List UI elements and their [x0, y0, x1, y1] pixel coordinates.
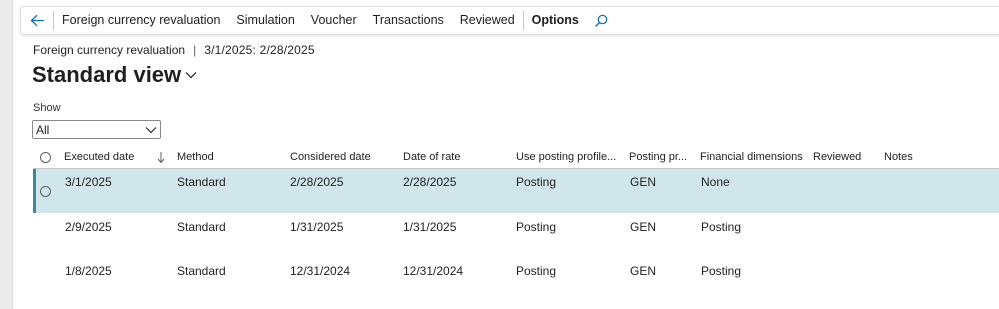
- back-button[interactable]: [21, 6, 53, 35]
- table-row[interactable]: 3/1/2025 Standard 2/28/2025 2/28/2025 Po…: [33, 169, 999, 213]
- column-considered-date[interactable]: Considered date: [290, 147, 371, 168]
- back-arrow-icon: [30, 14, 44, 27]
- search-button[interactable]: [587, 14, 615, 28]
- menu-reviewed[interactable]: Reviewed: [452, 6, 523, 35]
- revaluation-grid: Executed date Method Considered date Dat…: [33, 147, 999, 278]
- column-date-of-rate[interactable]: Date of rate: [403, 147, 460, 168]
- cell-considered-date[interactable]: 1/31/2025: [290, 220, 343, 234]
- left-strip: [0, 0, 13, 309]
- chevron-down-icon: [185, 72, 197, 79]
- cell-financial-dimensions[interactable]: Posting: [701, 264, 741, 278]
- cell-date-of-rate[interactable]: 2/28/2025: [403, 175, 456, 189]
- cell-executed-date[interactable]: 1/8/2025: [65, 264, 112, 278]
- search-icon: [594, 14, 608, 27]
- sort-descending-icon[interactable]: [157, 151, 165, 164]
- cell-considered-date[interactable]: 2/28/2025: [290, 175, 343, 189]
- show-filter-value: All: [36, 122, 50, 137]
- column-executed-date[interactable]: Executed date: [64, 147, 134, 168]
- cell-considered-date[interactable]: 12/31/2024: [290, 264, 350, 278]
- action-pane: Foreign currency revaluation Simulation …: [20, 6, 999, 35]
- cell-use-posting-profile[interactable]: Posting: [516, 264, 556, 278]
- menu-transactions[interactable]: Transactions: [365, 6, 452, 35]
- page-title: Standard view: [32, 62, 182, 87]
- breadcrumb-range: 3/1/2025: 2/28/2025: [204, 43, 315, 57]
- grid-header: Executed date Method Considered date Dat…: [33, 147, 999, 169]
- cell-use-posting-profile[interactable]: Posting: [516, 220, 556, 234]
- cell-executed-date[interactable]: 2/9/2025: [65, 220, 112, 234]
- column-financial-dimensions[interactable]: Financial dimensions: [700, 147, 803, 168]
- cell-date-of-rate[interactable]: 12/31/2024: [403, 264, 463, 278]
- chevron-down-icon: [145, 126, 157, 133]
- breadcrumb-page[interactable]: Foreign currency revaluation: [33, 43, 185, 57]
- column-use-posting-profile[interactable]: Use posting profile...: [516, 147, 616, 168]
- column-reviewed[interactable]: Reviewed: [813, 147, 861, 168]
- breadcrumb-separator: |: [193, 43, 197, 57]
- table-row[interactable]: 1/8/2025 Standard 12/31/2024 12/31/2024 …: [33, 258, 999, 302]
- menu-simulation[interactable]: Simulation: [228, 6, 302, 35]
- cell-posting-profile[interactable]: GEN: [630, 220, 656, 234]
- menu-foreign-currency-revaluation[interactable]: Foreign currency revaluation: [54, 6, 228, 35]
- menu-options[interactable]: Options: [524, 6, 587, 35]
- column-method[interactable]: Method: [177, 147, 214, 168]
- cell-financial-dimensions[interactable]: None: [701, 175, 730, 189]
- row-select-radio[interactable]: [40, 186, 51, 197]
- show-filter-dropdown[interactable]: All: [32, 120, 161, 139]
- cell-use-posting-profile[interactable]: Posting: [516, 175, 556, 189]
- view-selector[interactable]: Standard view: [32, 62, 197, 88]
- breadcrumb: Foreign currency revaluation | 3/1/2025:…: [33, 43, 315, 57]
- cell-financial-dimensions[interactable]: Posting: [701, 220, 741, 234]
- cell-posting-profile[interactable]: GEN: [630, 264, 656, 278]
- cell-method[interactable]: Standard: [177, 220, 226, 234]
- column-posting-profile[interactable]: Posting pr...: [629, 147, 687, 168]
- select-all-radio[interactable]: [40, 152, 51, 163]
- column-notes[interactable]: Notes: [884, 147, 913, 168]
- cell-method[interactable]: Standard: [177, 264, 226, 278]
- table-row[interactable]: 2/9/2025 Standard 1/31/2025 1/31/2025 Po…: [33, 214, 999, 258]
- cell-date-of-rate[interactable]: 1/31/2025: [403, 220, 456, 234]
- cell-executed-date[interactable]: 3/1/2025: [65, 175, 112, 189]
- menu-voucher[interactable]: Voucher: [303, 6, 365, 35]
- cell-posting-profile[interactable]: GEN: [630, 175, 656, 189]
- cell-method[interactable]: Standard: [177, 175, 226, 189]
- show-filter-label: Show: [33, 102, 61, 114]
